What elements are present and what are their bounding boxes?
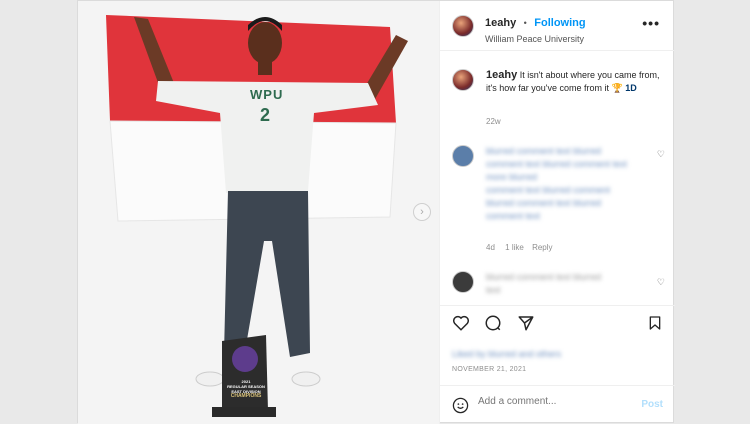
comment-icon[interactable]: [484, 314, 502, 332]
post-actions: Liked by blurred and others NOVEMBER 21,…: [440, 305, 675, 393]
post-comment-button[interactable]: Post: [641, 399, 663, 410]
comment-like-icon[interactable]: ♡: [657, 277, 665, 288]
post-location[interactable]: William Peace University: [485, 34, 586, 44]
bookmark-icon[interactable]: [647, 314, 663, 332]
comment-1: blurred comment text blurred comment tex…: [440, 141, 675, 261]
like-icon[interactable]: [452, 314, 470, 332]
share-icon[interactable]: [517, 314, 535, 332]
comment-reply-button[interactable]: Reply: [532, 243, 552, 252]
post-header: 1eahy • Following William Peace Universi…: [440, 1, 674, 51]
comment-line: more blurred: [486, 172, 538, 182]
following-button[interactable]: Following: [534, 17, 585, 29]
caption-avatar[interactable]: [452, 69, 474, 91]
comment-avatar[interactable]: [452, 145, 474, 167]
add-comment-input[interactable]: [478, 396, 628, 407]
comment-avatar[interactable]: [452, 271, 474, 293]
trophy-line3: CHAMPIONS: [230, 393, 262, 399]
comment-line: blurred comment text blurred: [486, 198, 602, 208]
comment-line: text: [486, 285, 501, 295]
post-caption: 1eahy It isn't about where you came from…: [440, 59, 675, 129]
trophy-plate: 2021 REGULAR SEASON EAST DIVISION CHAMPI…: [224, 379, 268, 399]
header-separator: •: [523, 18, 527, 28]
comment-line: comment text blurred comment: [486, 185, 611, 195]
comment-meta: 4d 1 like Reply: [486, 243, 553, 252]
comment-line: blurred comment text blurred: [486, 272, 602, 282]
comment-body: blurred comment text blurred text: [486, 271, 646, 297]
add-comment-bar: Post: [440, 385, 675, 424]
caption-text-block: 1eahy It isn't about where you came from…: [486, 69, 666, 95]
emoji-icon[interactable]: [452, 397, 469, 414]
likes-summary[interactable]: Liked by blurred and others: [452, 344, 561, 362]
likes-text: Liked by blurred and others: [452, 349, 562, 359]
post-date: NOVEMBER 21, 2021: [452, 366, 527, 373]
caption-username[interactable]: 1eahy: [486, 69, 517, 81]
comment-line: comment text blurred comment text: [486, 159, 628, 169]
post-photo[interactable]: WPU 2 2021 REGULAR SEASON EAST DIVISION …: [78, 1, 439, 424]
caption-tail: 1D: [625, 83, 637, 93]
comment-likes[interactable]: 1 like: [505, 243, 524, 252]
caption-time: 22w: [486, 117, 501, 126]
shirt-number: 2: [260, 105, 271, 125]
author-username[interactable]: 1eahy: [485, 17, 516, 29]
comment-line: comment text: [486, 211, 541, 221]
more-icon[interactable]: •••: [642, 15, 660, 31]
comment-line: blurred comment text blurred: [486, 146, 602, 156]
photo-illustration: [78, 1, 439, 424]
comment-2: blurred comment text blurred text ♡: [440, 269, 675, 303]
post-modal: WPU 2 2021 REGULAR SEASON EAST DIVISION …: [77, 0, 675, 424]
comment-time: 4d: [486, 243, 495, 252]
post-sidebar: 1eahy • Following William Peace Universi…: [439, 1, 675, 424]
shirt-text: WPU: [250, 87, 284, 102]
comment-like-icon[interactable]: ♡: [657, 149, 665, 160]
next-photo-button[interactable]: ›: [413, 203, 431, 221]
author-avatar[interactable]: [452, 15, 474, 37]
comment-body: blurred comment text blurred comment tex…: [486, 145, 646, 223]
